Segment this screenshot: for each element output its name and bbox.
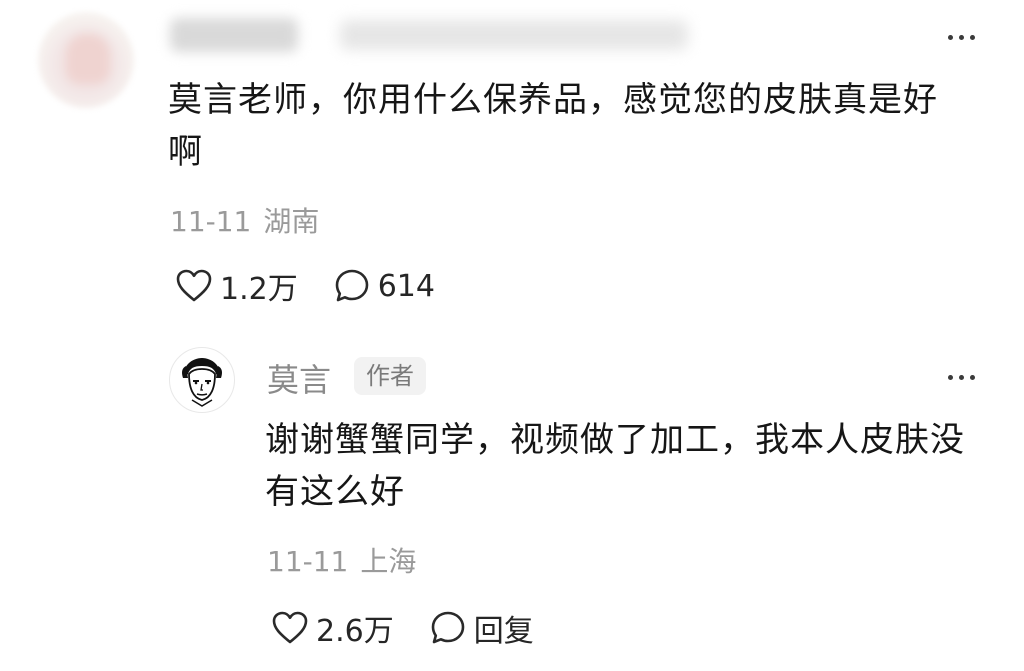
reply-label: 回复 <box>473 614 534 649</box>
author-name[interactable]: 莫言 <box>267 355 331 401</box>
reply-meta: 11-11 上海 <box>267 540 416 580</box>
comment-reply-count-button[interactable]: 614 <box>334 268 435 304</box>
comment-meta: 11-11 湖南 <box>170 200 319 240</box>
reply-text: 谢谢蟹蟹同学，视频做了加工，我本人皮肤没有这么好 <box>265 420 965 512</box>
comment-date: 11-11 <box>170 205 252 238</box>
comment-text: 莫言老师，你用什么保养品，感觉您的皮肤真是好啊 <box>168 80 938 172</box>
more-options-icon[interactable] <box>948 35 975 40</box>
like-button[interactable]: 2.6万 <box>272 606 394 650</box>
comment-location: 湖南 <box>263 205 320 238</box>
reply-date: 11-11 <box>267 545 349 578</box>
heart-outline-icon <box>176 269 212 302</box>
like-count: 2.6万 <box>316 614 394 649</box>
author-badge: 作者 <box>354 357 426 395</box>
reply-button[interactable]: 回复 <box>430 606 534 650</box>
like-button[interactable]: 1.2万 <box>176 264 298 308</box>
author-avatar[interactable] <box>169 347 235 413</box>
comment-actions: 1.2万 614 <box>176 264 435 308</box>
more-options-icon[interactable] <box>948 375 975 380</box>
author-portrait-icon <box>182 358 222 407</box>
comment-bubble-icon <box>335 269 369 302</box>
commenter-avatar-blurred[interactable] <box>38 12 134 108</box>
like-count: 1.2万 <box>220 272 298 307</box>
reply-actions: 2.6万 回复 <box>272 606 534 650</box>
reply-count: 614 <box>377 268 435 304</box>
comment-bubble-icon <box>431 611 465 644</box>
reply-location: 上海 <box>360 545 417 578</box>
commenter-meta-blurred <box>340 20 688 50</box>
commenter-name-blurred[interactable] <box>170 18 298 52</box>
heart-outline-icon <box>272 611 308 644</box>
